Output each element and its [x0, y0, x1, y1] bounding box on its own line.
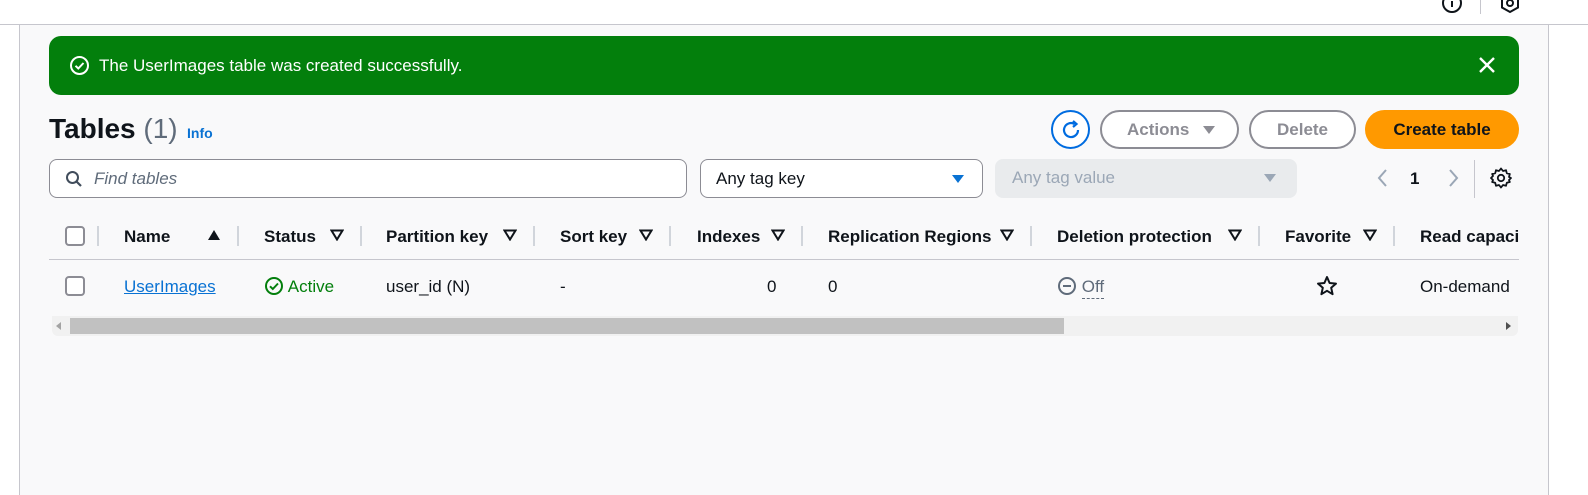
scroll-right-arrow-icon[interactable] — [1506, 322, 1512, 330]
filter-sort-icon[interactable] — [1363, 229, 1377, 241]
table-name-link[interactable]: UserImages — [124, 276, 216, 297]
chevron-right-icon[interactable] — [1445, 168, 1461, 188]
chevron-left-icon[interactable] — [1375, 168, 1391, 188]
tag-value-select-disabled: Any tag value — [995, 159, 1297, 198]
find-tables-search[interactable] — [49, 159, 687, 198]
table-row: UserImages Active user_id (N) - 0 0 Off … — [49, 260, 1519, 313]
refresh-button[interactable] — [1051, 110, 1090, 149]
column-header-read-capacity[interactable]: Read capacit — [1420, 226, 1519, 247]
indexes-cell: 0 — [767, 277, 777, 296]
top-navigation-bar — [0, 0, 1588, 25]
flash-message: The UserImages table was created success… — [99, 56, 463, 75]
search-icon — [66, 171, 82, 187]
column-header-deletion-protection[interactable]: Deletion protection — [1057, 226, 1212, 247]
close-icon[interactable] — [1477, 55, 1497, 75]
sort-asc-icon[interactable] — [207, 229, 221, 241]
page-title: Tables (1) — [49, 112, 178, 146]
column-divider — [97, 226, 99, 246]
column-header-partition-key[interactable]: Partition key — [386, 226, 488, 247]
column-header-name[interactable]: Name — [124, 226, 170, 247]
column-divider — [1258, 226, 1260, 246]
read-capacity-cell: On-demand — [1420, 277, 1510, 296]
page-title-text: Tables — [49, 113, 136, 144]
horizontal-scrollbar[interactable] — [52, 316, 1518, 336]
success-check-icon — [70, 56, 89, 75]
replication-regions-cell: 0 — [828, 277, 838, 296]
search-input[interactable] — [94, 166, 674, 192]
partition-key-cell: user_id (N) — [386, 277, 471, 296]
scroll-left-arrow-icon[interactable] — [56, 322, 62, 330]
column-header-status[interactable]: Status — [264, 226, 316, 247]
settings-icon[interactable] — [1499, 0, 1521, 14]
create-table-button[interactable]: Create table — [1365, 110, 1519, 149]
column-divider — [1030, 226, 1032, 246]
scrollbar-thumb[interactable] — [70, 318, 1064, 334]
delete-button[interactable]: Delete — [1249, 110, 1356, 149]
column-divider — [533, 226, 535, 246]
caret-down-icon — [1264, 174, 1276, 182]
actions-dropdown-button[interactable]: Actions — [1100, 110, 1239, 149]
status-cell: Active — [264, 276, 334, 297]
filter-sort-icon[interactable] — [1228, 229, 1242, 241]
column-divider — [237, 226, 239, 246]
column-divider — [360, 226, 362, 246]
tag-value-placeholder: Any tag value — [1012, 168, 1116, 187]
filter-sort-icon[interactable] — [503, 229, 517, 241]
minus-circle-icon — [1058, 277, 1076, 295]
tag-key-value: Any tag key — [716, 169, 805, 188]
sort-key-cell: - — [560, 277, 566, 296]
column-divider — [1393, 226, 1395, 246]
table-count: (1) — [143, 113, 178, 144]
settings-gear-icon[interactable] — [1490, 167, 1512, 189]
current-page-number[interactable]: 1 — [1410, 169, 1419, 189]
tools-panel-collapsed — [1548, 25, 1588, 495]
caret-down-icon — [952, 175, 964, 183]
info-link[interactable]: Info — [187, 125, 213, 141]
status-check-icon — [265, 277, 283, 295]
pagination-divider — [1474, 160, 1475, 198]
status-text: Active — [287, 277, 335, 296]
refresh-icon — [1062, 120, 1080, 139]
column-divider — [669, 226, 671, 246]
deletion-protection-status[interactable]: Off — [1081, 277, 1105, 299]
row-select-checkbox[interactable] — [65, 276, 85, 296]
info-circle-icon[interactable] — [1441, 0, 1463, 14]
filter-sort-icon[interactable] — [1000, 229, 1014, 241]
filter-sort-icon[interactable] — [771, 229, 785, 241]
column-divider — [801, 226, 803, 246]
filter-sort-icon[interactable] — [639, 229, 653, 241]
column-header-favorite[interactable]: Favorite — [1285, 226, 1351, 247]
success-flash-banner: The UserImages table was created success… — [49, 36, 1519, 95]
column-header-sort-key[interactable]: Sort key — [560, 226, 627, 247]
table-header-row: Name Status Partition key Sort key Index… — [49, 212, 1519, 260]
select-all-checkbox[interactable] — [65, 226, 85, 246]
actions-label: Actions — [1127, 120, 1190, 139]
deletion-protection-cell: Off — [1057, 276, 1105, 299]
caret-down-icon — [1203, 126, 1215, 134]
filter-sort-icon[interactable] — [330, 229, 344, 241]
star-icon[interactable] — [1316, 275, 1338, 297]
topbar-divider — [1480, 0, 1481, 14]
column-header-replication-regions[interactable]: Replication Regions — [828, 226, 991, 247]
column-header-indexes[interactable]: Indexes — [697, 226, 760, 247]
side-navigation-collapsed — [0, 25, 20, 495]
tag-key-select[interactable]: Any tag key — [700, 159, 983, 198]
